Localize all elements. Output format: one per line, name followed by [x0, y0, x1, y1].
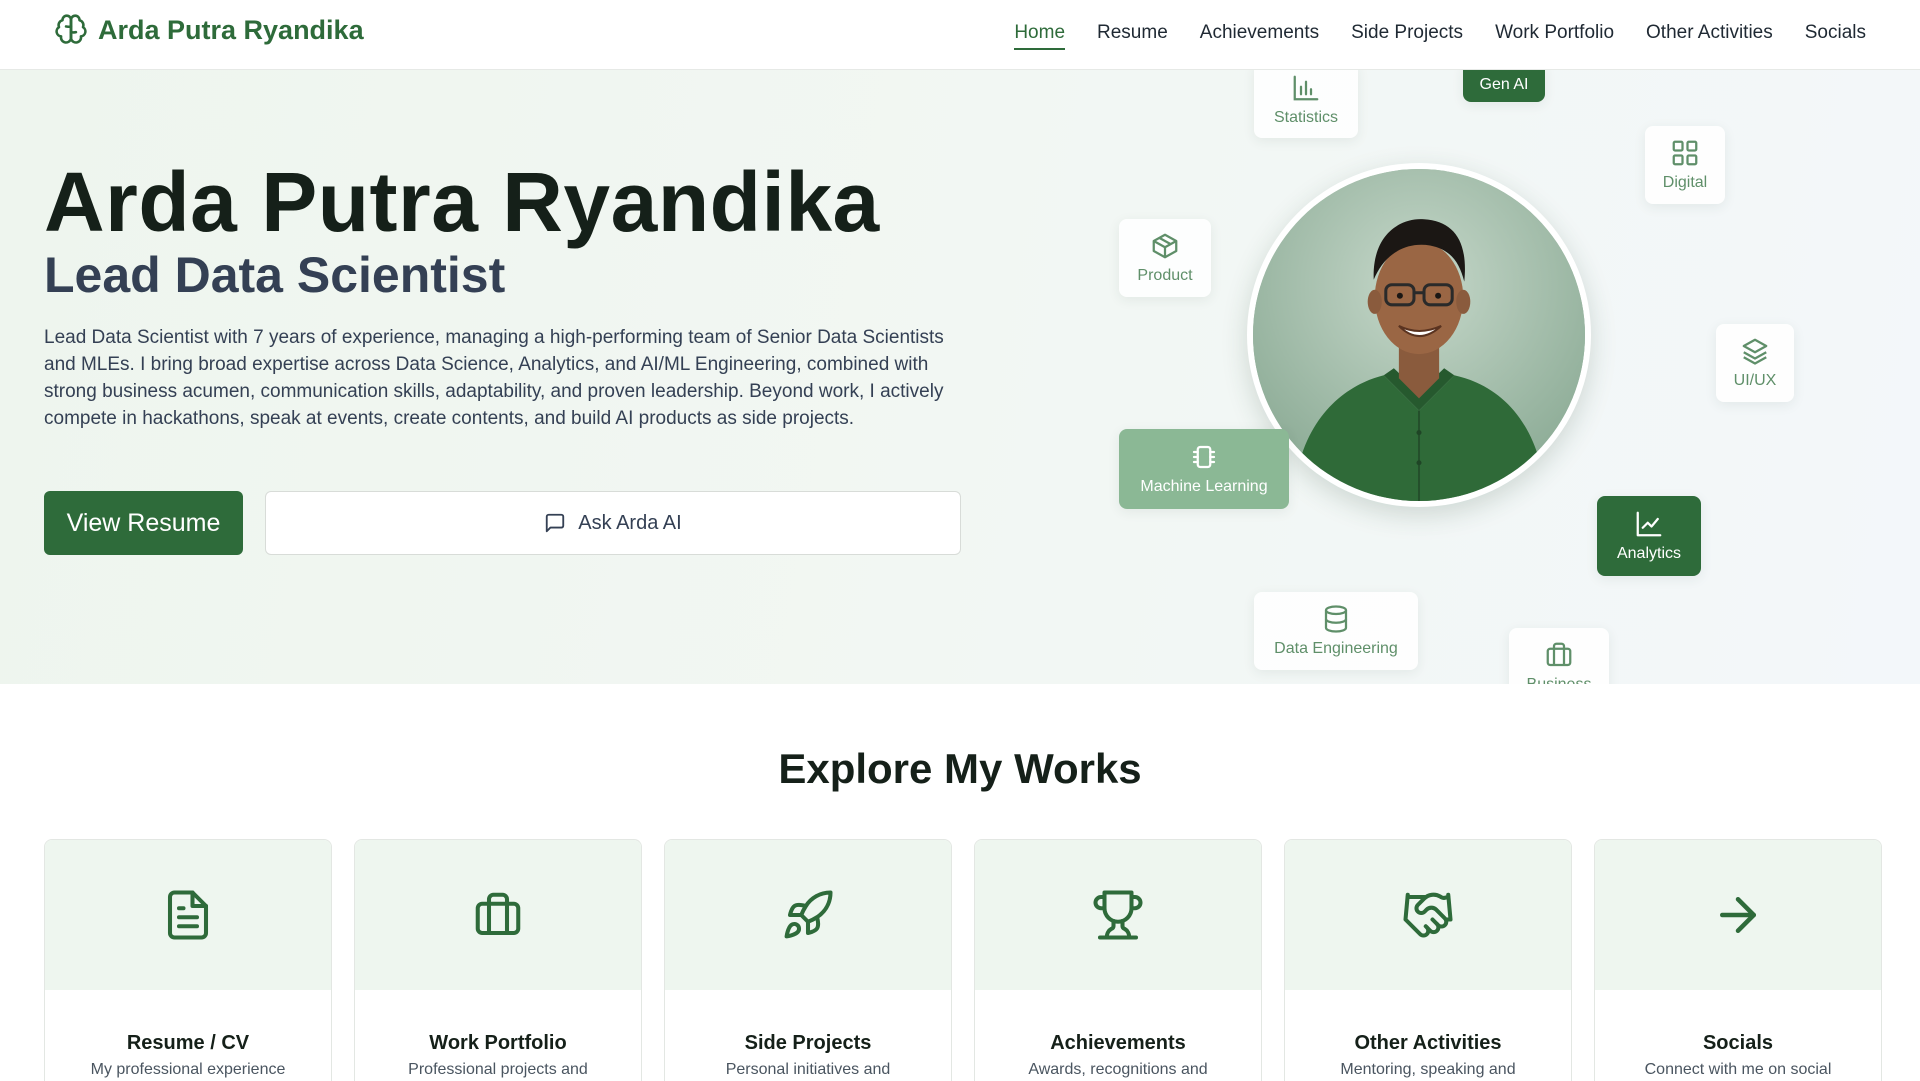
chip-icon	[1192, 445, 1216, 469]
person-illustration	[1253, 169, 1585, 501]
card-other-activities-title: Other Activities	[1354, 1032, 1502, 1054]
explore-cards: Resume / CV My professional experience W…	[44, 839, 1882, 1081]
chip-product: Product	[1119, 219, 1211, 297]
card-resume-title: Resume / CV	[126, 1032, 250, 1054]
brain-icon	[55, 14, 87, 44]
card-socials[interactable]: Socials Connect with me on social	[1594, 839, 1882, 1081]
line-chart-icon	[1636, 511, 1662, 537]
hero-role: Lead Data Scientist	[44, 247, 506, 303]
chip-analytics-label: Analytics	[1616, 545, 1682, 562]
explore-title: Explore My Works	[778, 745, 1142, 792]
trophy-icon	[1093, 890, 1143, 940]
chip-ui-ux-label: UI/UX	[1733, 372, 1777, 389]
chip-data-engineering: Data Engineering	[1254, 592, 1418, 670]
card-socials-banner	[1595, 840, 1881, 990]
chip-machine-learning: Machine Learning	[1119, 429, 1289, 509]
card-side-projects[interactable]: Side Projects Personal initiatives and	[664, 839, 952, 1081]
chip-product-label: Product	[1137, 267, 1193, 284]
profile-photo-image	[1253, 169, 1585, 501]
card-other-activities[interactable]: Other Activities Mentoring, speaking and	[1284, 839, 1572, 1081]
view-resume-button[interactable]: View Resume	[44, 491, 243, 555]
chip-business-label: Business	[1527, 676, 1592, 684]
briefcase-icon	[1546, 642, 1572, 667]
document-icon	[167, 890, 209, 940]
profile-photo	[1247, 163, 1591, 507]
nav-item-other-activities[interactable]: Other Activities	[1646, 22, 1773, 48]
card-other-activities-desc: Mentoring, speaking and	[1340, 1061, 1516, 1078]
nav-item-achievements[interactable]: Achievements	[1200, 22, 1319, 48]
card-achievements-desc: Awards, recognitions and	[1028, 1061, 1208, 1078]
nav-item-side-projects[interactable]: Side Projects	[1351, 22, 1463, 48]
nav-item-work-portfolio[interactable]: Work Portfolio	[1495, 22, 1614, 48]
chip-machine-learning-label: Machine Learning	[1140, 478, 1268, 495]
card-achievements-title: Achievements	[1050, 1032, 1186, 1054]
card-resume-banner	[45, 840, 331, 990]
card-work-portfolio-banner	[355, 840, 641, 990]
rocket-icon	[784, 890, 833, 939]
chip-ui-ux: UI/UX	[1716, 324, 1794, 402]
brand-link[interactable]: Arda Putra Ryandika	[54, 13, 364, 47]
hero-description: Lead Data Scientist with 7 years of expe…	[44, 327, 944, 429]
chat-bubble-icon	[546, 513, 565, 533]
card-achievements-banner	[975, 840, 1261, 990]
nav-item-home[interactable]: Home	[1014, 22, 1065, 50]
hero-section: Arda Putra Ryandika Lead Data Scientist …	[0, 70, 1920, 684]
ask-arda-ai-label: Ask Arda AI	[578, 511, 682, 534]
chip-business: Business	[1509, 628, 1609, 684]
chip-gen-ai: Gen AI	[1463, 70, 1545, 102]
chip-digital-label: Digital	[1662, 174, 1708, 191]
top-navbar: Arda Putra Ryandika Home Resume Achievem…	[0, 0, 1920, 70]
card-socials-desc: Connect with me on social	[1644, 1061, 1832, 1078]
card-work-portfolio[interactable]: Work Portfolio Professional projects and	[354, 839, 642, 1081]
card-socials-title: Socials	[1702, 1032, 1774, 1054]
card-other-activities-banner	[1285, 840, 1571, 990]
hero-name: Arda Putra Ryandika	[44, 155, 880, 249]
layers-icon	[1742, 338, 1768, 365]
card-achievements[interactable]: Achievements Awards, recognitions and	[974, 839, 1262, 1081]
card-side-projects-banner	[665, 840, 951, 990]
chip-data-engineering-label: Data Engineering	[1274, 640, 1398, 657]
card-side-projects-desc: Personal initiatives and	[725, 1061, 891, 1078]
card-work-portfolio-title: Work Portfolio	[429, 1032, 567, 1054]
nav-item-socials[interactable]: Socials	[1805, 22, 1866, 48]
card-side-projects-title: Side Projects	[744, 1032, 872, 1054]
grid-icon	[1672, 140, 1698, 166]
nav-item-resume[interactable]: Resume	[1097, 22, 1168, 48]
card-resume-desc: My professional experience	[90, 1061, 286, 1078]
box-icon	[1152, 233, 1178, 259]
chip-digital: Digital	[1645, 126, 1725, 204]
chip-gen-ai-label: Gen AI	[1479, 76, 1529, 93]
ask-arda-ai-button[interactable]: Ask Arda AI	[265, 491, 961, 555]
card-work-portfolio-desc: Professional projects and	[408, 1061, 588, 1078]
database-icon	[1324, 605, 1348, 633]
chip-analytics: Analytics	[1597, 496, 1701, 576]
bar-chart-icon	[1293, 75, 1319, 101]
brand-name: Arda Putra Ryandika	[98, 14, 364, 45]
chip-statistics: Statistics	[1254, 70, 1358, 138]
nav-links: Home Resume Achievements Side Projects W…	[1014, 0, 1866, 70]
arrow-right-icon	[1720, 897, 1756, 933]
handshake-icon	[1403, 892, 1453, 938]
card-resume[interactable]: Resume / CV My professional experience	[44, 839, 332, 1081]
chip-statistics-label: Statistics	[1273, 109, 1338, 126]
briefcase-icon	[475, 892, 521, 936]
